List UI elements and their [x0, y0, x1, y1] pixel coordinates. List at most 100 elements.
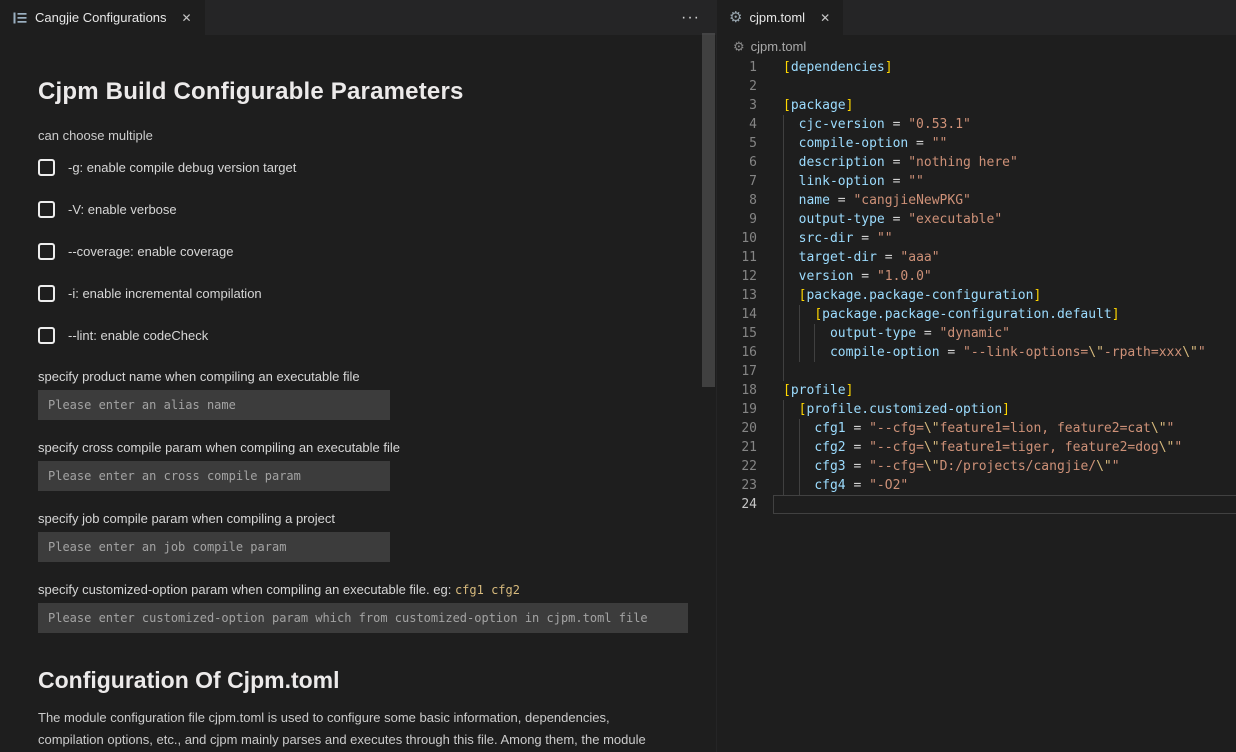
- breadcrumb[interactable]: ⚙ cjpm.toml: [717, 35, 1236, 57]
- checkbox-lint[interactable]: [38, 327, 55, 344]
- code-token: "": [877, 231, 893, 246]
- tab-cangjie-configurations[interactable]: Cangjie Configurations ✕: [0, 0, 205, 35]
- line-number: 16: [717, 343, 757, 362]
- line-content: link-option = "": [773, 172, 1236, 191]
- code-token: ]: [1002, 402, 1010, 417]
- checkbox-label: -g: enable compile debug version target: [68, 160, 296, 175]
- indent-guide: [814, 343, 815, 362]
- code-token: output-type: [799, 212, 885, 227]
- indent-guide: [799, 476, 800, 495]
- close-icon[interactable]: ✕: [817, 10, 833, 26]
- code-line: 14 [package.package-configuration.defaul…: [717, 305, 1236, 324]
- vscode-window: Cangjie Configurations ✕ ··· Cjpm Build …: [0, 0, 1236, 752]
- more-actions-icon[interactable]: ···: [665, 9, 716, 27]
- line-number: 9: [717, 210, 757, 229]
- code-token: \": [1151, 421, 1167, 436]
- indent-guide: [783, 134, 784, 153]
- line-number: 20: [717, 419, 757, 438]
- checkbox-V[interactable]: [38, 201, 55, 218]
- code-token: description: [799, 155, 885, 170]
- cangjie-config-webview: Cjpm Build Configurable Parameters can c…: [0, 35, 716, 752]
- line-content: [profile.customized-option]: [773, 400, 1236, 419]
- indent-guide: [783, 343, 784, 362]
- preview-icon: [12, 10, 28, 26]
- left-tab-bar: Cangjie Configurations ✕ ···: [0, 0, 716, 35]
- customized-option-param-input[interactable]: [38, 603, 688, 633]
- gear-icon: ⚙: [729, 10, 742, 25]
- checkbox-i[interactable]: [38, 285, 55, 302]
- line-content: compile-option = "": [773, 134, 1236, 153]
- code-token: \": [924, 459, 940, 474]
- code-token: "--cfg=: [869, 421, 924, 436]
- code-token: "--link-options=: [963, 345, 1088, 360]
- code-line: 11 target-dir = "aaa": [717, 248, 1236, 267]
- code-token: [: [783, 383, 791, 398]
- code-token: "executable": [908, 212, 1002, 227]
- code-token: target-dir: [799, 250, 877, 265]
- checkbox-label: -V: enable verbose: [68, 202, 177, 217]
- code-line: 4 cjc-version = "0.53.1": [717, 115, 1236, 134]
- indent-guide: [783, 362, 784, 381]
- code-line: 10 src-dir = "": [717, 229, 1236, 248]
- job-compile-param-input[interactable]: [38, 532, 390, 562]
- code-token: ": [1112, 459, 1120, 474]
- code-token: "1.0.0": [877, 269, 932, 284]
- product-name-input[interactable]: [38, 390, 390, 420]
- indent-guide: [783, 191, 784, 210]
- code-token: ]: [885, 60, 893, 75]
- breadcrumb-item: cjpm.toml: [751, 39, 807, 54]
- checkbox-g[interactable]: [38, 159, 55, 176]
- line-content: [773, 77, 1236, 96]
- indent-guide: [783, 267, 784, 286]
- code-token: =: [885, 174, 908, 189]
- indent-guide: [783, 286, 784, 305]
- line-number: 2: [717, 77, 757, 96]
- line-number: 10: [717, 229, 757, 248]
- code-line: 12 version = "1.0.0": [717, 267, 1236, 286]
- section-title: Configuration Of Cjpm.toml: [38, 667, 716, 694]
- indent-guide: [783, 476, 784, 495]
- line-number: 23: [717, 476, 757, 495]
- code-token: profile.customized-option: [806, 402, 1002, 417]
- cross-compile-param-input[interactable]: [38, 461, 390, 491]
- code-token: cfg4: [814, 478, 845, 493]
- line-number: 18: [717, 381, 757, 400]
- line-number: 1: [717, 58, 757, 77]
- left-editor-group: Cangjie Configurations ✕ ··· Cjpm Build …: [0, 0, 716, 752]
- close-icon[interactable]: ✕: [179, 10, 195, 26]
- code-token: compile-option: [799, 136, 909, 151]
- indent-guide: [799, 457, 800, 476]
- code-line: 20 cfg1 = "--cfg=\"feature1=lion, featur…: [717, 419, 1236, 438]
- indent-guide: [783, 115, 784, 134]
- tab-cjpm-toml[interactable]: ⚙ cjpm.toml ✕: [717, 0, 843, 35]
- line-content: cfg3 = "--cfg=\"D:/projects/cangjie/\"": [773, 457, 1236, 476]
- indent-guide: [799, 419, 800, 438]
- code-token: ]: [846, 98, 854, 113]
- field-label: specify product name when compiling an e…: [38, 369, 716, 384]
- scrollbar-thumb[interactable]: [702, 33, 715, 387]
- checkbox-row: -g: enable compile debug version target: [38, 159, 716, 176]
- code-token: =: [846, 421, 869, 436]
- code-line: 19 [profile.customized-option]: [717, 400, 1236, 419]
- line-number: 21: [717, 438, 757, 457]
- code-token: "": [932, 136, 948, 151]
- line-content: name = "cangjieNewPKG": [773, 191, 1236, 210]
- code-token: name: [799, 193, 830, 208]
- line-content: output-type = "dynamic": [773, 324, 1236, 343]
- code-token: =: [830, 193, 853, 208]
- line-number: 13: [717, 286, 757, 305]
- field-label: specify job compile param when compiling…: [38, 511, 716, 526]
- code-token: cjc-version: [799, 117, 885, 132]
- code-token: "aaa": [900, 250, 939, 265]
- checkbox-coverage[interactable]: [38, 243, 55, 260]
- field-list: specify product name when compiling an e…: [38, 369, 716, 633]
- subtitle-text: can choose multiple: [38, 128, 716, 143]
- code-token: =: [877, 250, 900, 265]
- code-token: "--cfg=: [869, 440, 924, 455]
- code-area[interactable]: 1[dependencies]23[package]4 cjc-version …: [717, 57, 1236, 752]
- indent-guide: [783, 438, 784, 457]
- code-token: "--cfg=: [869, 459, 924, 474]
- code-token: \": [924, 421, 940, 436]
- indent-guide: [783, 457, 784, 476]
- field-group: specify cross compile param when compili…: [38, 440, 716, 491]
